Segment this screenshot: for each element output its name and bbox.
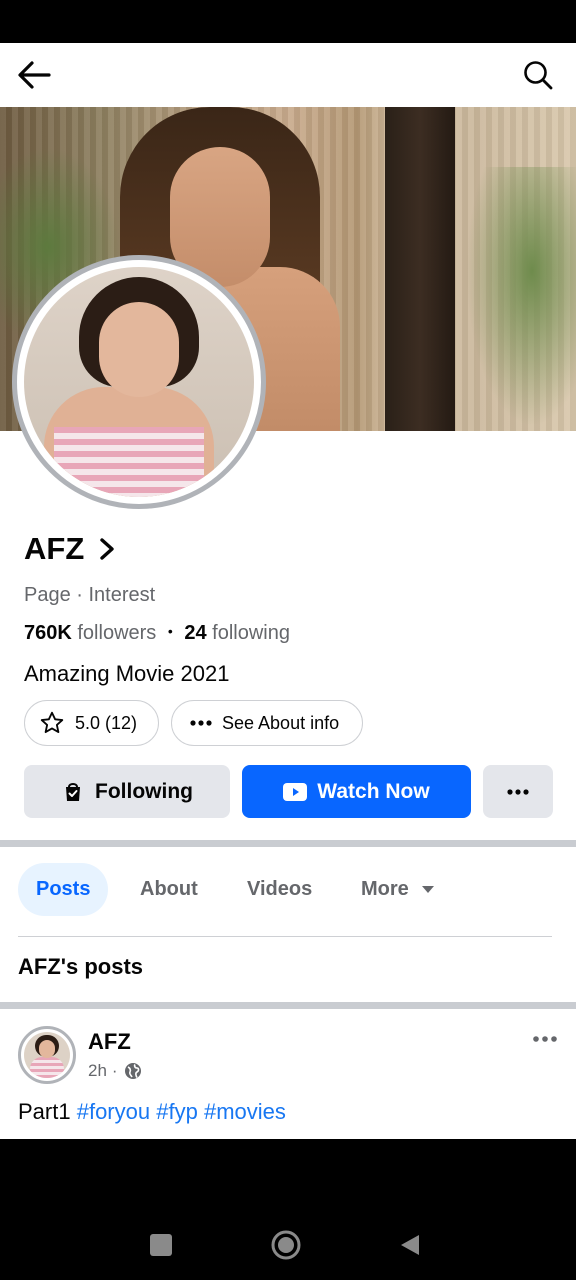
rating-label: 5.0 (12) xyxy=(75,712,138,733)
following-label[interactable]: following xyxy=(212,622,290,644)
post-meta-separator: · xyxy=(111,1061,118,1080)
post-avatar-image xyxy=(24,1032,70,1078)
arrow-left-icon xyxy=(18,61,51,89)
cover-foliage-right xyxy=(466,167,576,427)
see-about-info-label: See About info xyxy=(222,712,340,733)
followers-count[interactable]: 760K xyxy=(24,622,72,644)
more-dots-icon xyxy=(533,1036,557,1042)
profile-picture-image xyxy=(24,267,254,497)
search-button[interactable] xyxy=(518,55,558,95)
avatar-top xyxy=(54,427,204,497)
profile-picture[interactable] xyxy=(12,255,266,509)
tab-more-label: More xyxy=(361,878,409,900)
follow-stats: 760K followers • 24 following xyxy=(24,622,290,645)
posts-section-title: AFZ's posts xyxy=(18,954,144,979)
star-icon xyxy=(40,711,64,734)
watch-now-label: Watch Now xyxy=(317,779,430,803)
following-label: Following xyxy=(95,779,193,803)
posts-divider xyxy=(0,1002,576,1009)
avatar-face xyxy=(99,302,179,397)
post-author-avatar[interactable] xyxy=(18,1026,76,1084)
post-time[interactable]: 2h xyxy=(88,1061,107,1081)
post-text: Part1 #foryou #fyp #movies xyxy=(18,1099,286,1125)
top-app-bar xyxy=(0,43,576,107)
page-name-row[interactable]: AFZ xyxy=(24,531,116,567)
tab-posts-label: Posts xyxy=(36,878,91,900)
profile-tabs: Posts About Videos More xyxy=(0,863,576,919)
watch-now-button[interactable]: Watch Now xyxy=(242,765,471,818)
post-avatar-body xyxy=(30,1057,64,1078)
globe-icon xyxy=(124,1062,142,1080)
section-divider xyxy=(0,840,576,847)
following-count[interactable]: 24 xyxy=(184,622,206,644)
rating-chip[interactable]: 5.0 (12) xyxy=(24,700,159,746)
post-avatar-face xyxy=(39,1040,55,1058)
page-name: AFZ xyxy=(24,531,85,566)
hashtag-link[interactable]: #movies xyxy=(204,1099,286,1124)
following-check-icon xyxy=(61,780,85,804)
tab-videos[interactable]: Videos xyxy=(247,863,312,916)
post-author-name[interactable]: AFZ xyxy=(88,1029,131,1055)
post-text-prefix: Part1 xyxy=(18,1099,71,1124)
home-button[interactable] xyxy=(270,1229,302,1261)
post-options-button[interactable] xyxy=(530,1031,560,1047)
search-icon xyxy=(524,61,553,90)
tab-posts[interactable]: Posts xyxy=(18,863,109,916)
tabs-divider xyxy=(18,936,552,937)
triangle-back-icon xyxy=(401,1235,419,1255)
more-dots-icon xyxy=(507,788,529,795)
more-dots-icon xyxy=(190,720,212,726)
tab-about[interactable]: About xyxy=(140,863,198,916)
see-about-info-chip[interactable]: See About info xyxy=(171,700,363,746)
tab-more[interactable]: More xyxy=(361,863,435,916)
page-bio: Amazing Movie 2021 xyxy=(24,661,230,686)
hashtag-link[interactable]: #foryou xyxy=(77,1099,150,1124)
stats-separator: • xyxy=(167,623,173,639)
video-play-icon xyxy=(283,782,308,802)
cover-pole xyxy=(385,107,455,431)
more-actions-button[interactable] xyxy=(483,765,553,818)
system-back-button[interactable] xyxy=(398,1233,422,1257)
system-nav-bar xyxy=(0,1139,576,1280)
profile-screen: AFZ Page · Interest 760K followers • 24 … xyxy=(0,43,576,1139)
tab-about-label: About xyxy=(140,878,198,900)
hashtag-link[interactable]: #fyp xyxy=(156,1099,198,1124)
back-button[interactable] xyxy=(14,55,54,95)
following-button[interactable]: Following xyxy=(24,765,230,818)
tab-videos-label: Videos xyxy=(247,878,313,900)
status-bar xyxy=(0,0,576,43)
chevron-right-icon xyxy=(98,537,116,561)
recents-button[interactable] xyxy=(150,1234,172,1256)
home-circle-icon xyxy=(271,1230,301,1260)
caret-down-icon xyxy=(421,885,435,894)
page-category: Page · Interest xyxy=(24,584,156,606)
post-meta: 2h · xyxy=(88,1061,142,1081)
followers-label[interactable]: followers xyxy=(77,622,156,644)
